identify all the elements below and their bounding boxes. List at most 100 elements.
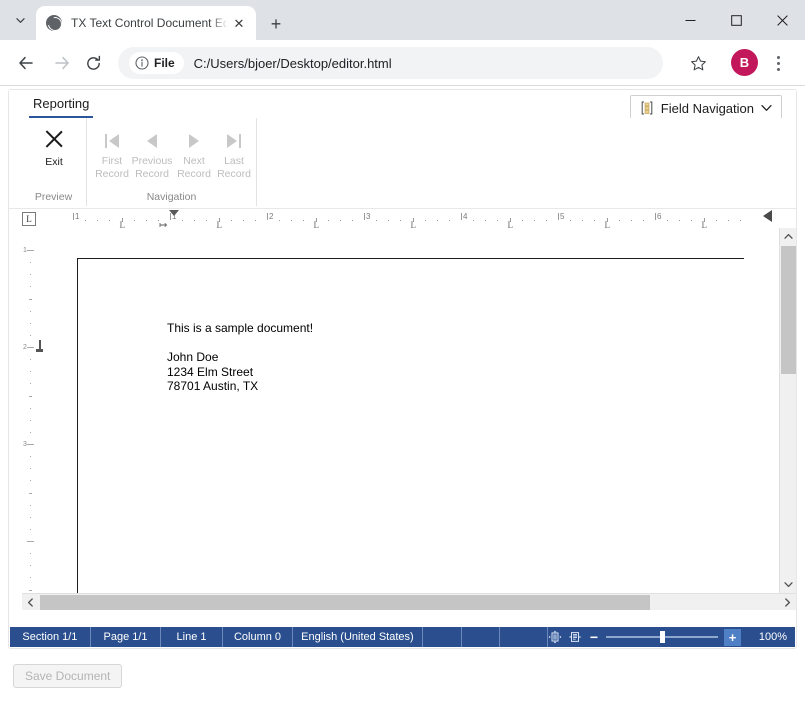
ruler-inch-bar xyxy=(461,213,462,220)
menu-dot xyxy=(776,55,780,59)
vertical-ruler-tick xyxy=(29,395,32,397)
zoom-slider[interactable] xyxy=(606,630,718,644)
zoom-in-button[interactable]: + xyxy=(724,628,741,646)
address-bar[interactable]: File C:/Users/bjoer/Desktop/editor.html xyxy=(118,47,663,79)
previous-record-button[interactable]: Previous Record xyxy=(131,122,173,184)
page-canvas[interactable]: This is a sample document! John Doe 1234… xyxy=(64,228,744,610)
ruler-tick xyxy=(582,220,584,221)
save-document-button[interactable]: Save Document xyxy=(13,664,123,688)
ribbon-tab-reporting[interactable]: Reporting xyxy=(29,94,94,118)
status-empty-1 xyxy=(423,627,462,647)
new-tab-button[interactable]: + xyxy=(262,10,290,38)
scroll-left-icon[interactable] xyxy=(22,594,39,610)
forward-icon[interactable] xyxy=(47,48,77,78)
vertical-ruler-inch-bar xyxy=(27,444,34,445)
ruler-tick xyxy=(303,220,305,221)
file-scheme-chip[interactable]: File xyxy=(129,52,184,74)
exit-preview-button[interactable]: Exit xyxy=(24,122,84,182)
horizontal-scrollbar-thumb[interactable] xyxy=(40,595,650,610)
reading-view-icon[interactable] xyxy=(568,630,582,644)
ruler-inch-bar xyxy=(267,213,268,220)
maximize-icon[interactable] xyxy=(713,0,759,40)
ruler-tick xyxy=(279,220,281,221)
ruler-tick xyxy=(339,220,341,221)
tab-search-button[interactable] xyxy=(6,6,34,34)
document-text[interactable]: This is a sample document! John Doe 1234… xyxy=(167,321,313,394)
zoom-percent-label: 100% xyxy=(758,631,787,643)
ruler-tick xyxy=(291,220,293,221)
ruler-tick xyxy=(727,220,729,221)
document-address-line-1: John Doe xyxy=(167,350,219,364)
ruler-number: 3 xyxy=(366,212,371,221)
ruler-tab-stop[interactable]: L xyxy=(411,221,417,229)
top-margin-marker[interactable] xyxy=(36,340,43,354)
ruler-tab-stop[interactable]: L xyxy=(605,221,611,229)
tab-strip: TX Text Control Document Edito ✕ + xyxy=(0,0,805,40)
vertical-ruler[interactable]: 123 xyxy=(22,228,44,610)
vertical-ruler-tick xyxy=(30,262,31,264)
nav-triangle xyxy=(227,134,237,148)
nav-triangle xyxy=(147,134,157,148)
ruler-tab-stop[interactable]: L xyxy=(120,221,126,229)
ruler-tab-stop[interactable]: L xyxy=(702,221,708,229)
vertical-ruler-tick xyxy=(30,431,31,433)
vertical-ruler-tick xyxy=(30,565,31,567)
page-view-icon[interactable] xyxy=(548,630,562,644)
status-language[interactable]: English (United States) xyxy=(293,627,423,647)
vertical-ruler-tick xyxy=(30,577,31,579)
globe-icon xyxy=(46,15,62,31)
vertical-ruler-tick xyxy=(29,298,32,300)
status-line[interactable]: Line 1 xyxy=(161,627,223,647)
first-record-button[interactable]: First Record xyxy=(91,122,133,184)
ruler-tab-stop[interactable]: L xyxy=(314,221,320,229)
back-icon[interactable] xyxy=(11,48,41,78)
last-record-button[interactable]: Last Record xyxy=(213,122,255,184)
vertical-ruler-tick xyxy=(29,492,32,494)
ruler-tab-stop[interactable]: L xyxy=(217,221,223,229)
document-page[interactable]: This is a sample document! John Doe 1234… xyxy=(77,258,744,610)
scroll-right-icon[interactable] xyxy=(779,594,796,610)
page-content: Reporting Field Navigation Exit Preview … xyxy=(0,86,805,715)
ruler-tick xyxy=(679,220,681,221)
close-icon[interactable]: ✕ xyxy=(230,14,248,32)
zoom-out-button[interactable]: − xyxy=(588,630,600,644)
vertical-ruler-tick xyxy=(30,419,31,421)
window-close-icon[interactable] xyxy=(759,0,805,40)
status-page[interactable]: Page 1/1 xyxy=(91,627,162,647)
next-record-button[interactable]: Next Record xyxy=(173,122,215,184)
document-editor: Reporting Field Navigation Exit Preview … xyxy=(8,89,797,649)
horizontal-scrollbar[interactable] xyxy=(22,593,796,610)
ruler-tick xyxy=(594,220,596,221)
bookmark-star-icon[interactable] xyxy=(683,48,713,78)
three-dot-menu-icon[interactable] xyxy=(764,48,792,78)
ruler-inch-bar xyxy=(73,213,74,220)
vertical-scrollbar-thumb[interactable] xyxy=(781,246,796,374)
scroll-up-icon[interactable] xyxy=(780,228,796,245)
ruler-tick xyxy=(667,220,669,221)
tab-stop-selector[interactable]: L xyxy=(22,212,36,226)
status-bar: Section 1/1 Page 1/1 Line 1 Column 0 Eng… xyxy=(10,627,795,647)
vertical-ruler-tick xyxy=(30,371,31,373)
ruler-tick xyxy=(182,220,184,221)
reload-icon[interactable] xyxy=(78,48,108,78)
ruler-tab-stop[interactable]: L xyxy=(508,221,514,229)
ruler-tick xyxy=(521,220,523,221)
vertical-ruler-tick xyxy=(30,359,31,361)
right-indent-marker[interactable] xyxy=(763,210,772,222)
ruler-tick xyxy=(618,220,620,221)
status-section[interactable]: Section 1/1 xyxy=(10,627,91,647)
avatar[interactable]: B xyxy=(731,49,758,76)
status-column[interactable]: Column 0 xyxy=(223,627,294,647)
vertical-scrollbar[interactable] xyxy=(779,228,796,593)
ruler-tick xyxy=(691,220,693,221)
minimize-icon[interactable] xyxy=(667,0,713,40)
horizontal-ruler[interactable]: L 1L1L2L3L4L5L6L ↦ xyxy=(9,208,796,228)
browser-tab-active[interactable]: TX Text Control Document Edito ✕ xyxy=(36,6,256,40)
first-line-indent-marker[interactable] xyxy=(169,210,179,216)
scroll-down-icon[interactable] xyxy=(780,576,796,593)
ruler-tick xyxy=(206,220,208,221)
menu-dot xyxy=(776,61,780,65)
last-record-label-2: Record xyxy=(217,168,251,180)
zoom-slider-thumb[interactable] xyxy=(660,631,665,643)
next-record-label-2: Record xyxy=(177,168,211,180)
